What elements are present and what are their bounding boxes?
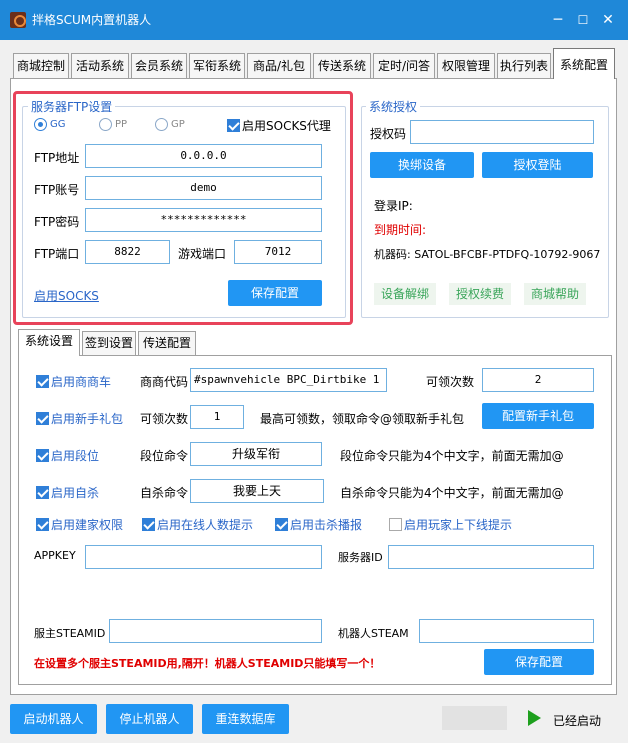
- rank-checkbox[interactable]: 启用段位: [36, 447, 99, 464]
- start-bot-button[interactable]: 启动机器人: [10, 704, 97, 734]
- auth-group-label: 系统授权: [366, 98, 421, 115]
- tab-goods[interactable]: 商品/礼包: [247, 53, 311, 79]
- player-login-checkbox-indicator: [389, 518, 402, 531]
- suicide-checkbox-indicator: [36, 486, 49, 499]
- rank-hint: 段位命令只能为4个中文字，前面无需加@: [340, 449, 564, 463]
- home-permission-checkbox[interactable]: 启用建家权限: [36, 516, 123, 533]
- newbie-checkbox-label: 启用新手礼包: [51, 412, 124, 426]
- tab-member[interactable]: 会员系统: [131, 53, 187, 79]
- tab-rank[interactable]: 军衔系统: [189, 53, 245, 79]
- newbie-hint: 最高可领数，领取命令@领取新手礼包: [260, 412, 465, 426]
- config-newbie-button[interactable]: 配置新手礼包: [482, 403, 594, 429]
- appkey-input[interactable]: [85, 545, 322, 569]
- auth-code-label: 授权码: [370, 127, 407, 141]
- window-title: 拌格SCUM内置机器人: [32, 13, 152, 27]
- suicide-hint: 自杀命令只能为4个中文字，前面无需加@: [340, 486, 564, 500]
- ftp-highlight-frame: [13, 91, 353, 325]
- suicide-checkbox[interactable]: 启用自杀: [36, 484, 99, 501]
- close-button[interactable]: ✕: [598, 10, 618, 30]
- server-id-input[interactable]: [388, 545, 594, 569]
- player-login-checkbox-label: 启用玩家上下线提示: [404, 518, 513, 532]
- rank-cmd-label: 段位命令: [140, 449, 189, 463]
- stop-bot-button[interactable]: 停止机器人: [106, 704, 193, 734]
- rank-checkbox-indicator: [36, 449, 49, 462]
- expire-label: 到期时间:: [374, 223, 427, 237]
- app-icon: [10, 12, 26, 28]
- shop-car-count-label: 可领次数: [426, 375, 475, 389]
- status-text: 已经启动: [553, 714, 602, 728]
- auth-renew-link[interactable]: 授权续费: [449, 283, 511, 305]
- login-ip-label: 登录IP:: [374, 199, 413, 213]
- tab-timer-qa[interactable]: 定时/问答: [373, 53, 435, 79]
- kill-broadcast-checkbox[interactable]: 启用击杀播报: [275, 516, 362, 533]
- shop-car-checkbox[interactable]: 启用商商车: [36, 373, 111, 390]
- owner-steamid-label: 服主STEAMID: [34, 627, 106, 640]
- tab-activity[interactable]: 活动系统: [71, 53, 129, 79]
- subtab-system-settings[interactable]: 系统设置: [18, 329, 80, 356]
- shop-car-checkbox-label: 启用商商车: [51, 375, 112, 389]
- tab-teleport[interactable]: 传送系统: [313, 53, 371, 79]
- status-indicator-box: [442, 706, 507, 730]
- kill-broadcast-checkbox-indicator: [275, 518, 288, 531]
- tab-shop-control[interactable]: 商城控制: [13, 53, 69, 79]
- bot-steam-input[interactable]: [419, 619, 594, 643]
- appkey-label: APPKEY: [34, 549, 76, 562]
- rank-checkbox-label: 启用段位: [51, 449, 100, 463]
- newbie-checkbox-indicator: [36, 412, 49, 425]
- online-count-checkbox-indicator: [142, 518, 155, 531]
- newbie-count-label: 可领次数: [140, 412, 189, 426]
- subtab-checkin-settings[interactable]: 签到设置: [82, 331, 136, 355]
- suicide-cmd-label: 自杀命令: [140, 486, 189, 500]
- bot-steam-label: 机器人STEAM: [338, 627, 409, 640]
- maximize-button[interactable]: ☐: [573, 10, 593, 30]
- minimize-button[interactable]: ─: [548, 10, 568, 30]
- shop-car-code-input[interactable]: #spawnvehicle BPC_Dirtbike 1: [190, 368, 387, 392]
- tab-exec-list[interactable]: 执行列表: [497, 53, 551, 79]
- play-icon: [528, 710, 541, 726]
- device-unbind-link[interactable]: 设备解绑: [374, 283, 436, 305]
- shop-car-code-label: 商商代码: [140, 375, 189, 389]
- tab-permissions[interactable]: 权限管理: [437, 53, 495, 79]
- home-permission-checkbox-label: 启用建家权限: [51, 518, 124, 532]
- online-count-checkbox-label: 启用在线人数提示: [157, 518, 254, 532]
- machine-code: 机器码: SATOL-BFCBF-PTDFQ-10792-9067: [374, 248, 601, 261]
- newbie-checkbox[interactable]: 启用新手礼包: [36, 410, 123, 427]
- online-count-checkbox[interactable]: 启用在线人数提示: [142, 516, 253, 533]
- home-permission-checkbox-indicator: [36, 518, 49, 531]
- owner-steamid-input[interactable]: [109, 619, 322, 643]
- subtab-teleport-config[interactable]: 传送配置: [138, 331, 196, 355]
- shop-car-count-input[interactable]: 2: [482, 368, 594, 392]
- reconnect-db-button[interactable]: 重连数据库: [202, 704, 289, 734]
- newbie-count-input[interactable]: 1: [190, 405, 244, 429]
- suicide-checkbox-label: 启用自杀: [51, 486, 100, 500]
- tab-system-config[interactable]: 系统配置: [553, 48, 615, 79]
- change-device-button[interactable]: 换绑设备: [370, 152, 474, 178]
- steamid-warning: 在设置多个服主STEAMID用,隔开！机器人STEAMID只能填写一个！: [34, 657, 381, 670]
- settings-save-button[interactable]: 保存配置: [484, 649, 594, 675]
- server-id-label: 服务器ID: [338, 551, 383, 564]
- player-login-checkbox[interactable]: 启用玩家上下线提示: [389, 516, 512, 533]
- auth-login-button[interactable]: 授权登陆: [482, 152, 593, 178]
- auth-code-input[interactable]: [410, 120, 594, 144]
- shop-car-checkbox-indicator: [36, 375, 49, 388]
- shop-help-link[interactable]: 商城帮助: [524, 283, 586, 305]
- rank-cmd-input[interactable]: 升级军衔: [190, 442, 322, 466]
- suicide-cmd-input[interactable]: 我要上天: [190, 479, 324, 503]
- kill-broadcast-checkbox-label: 启用击杀播报: [290, 518, 363, 532]
